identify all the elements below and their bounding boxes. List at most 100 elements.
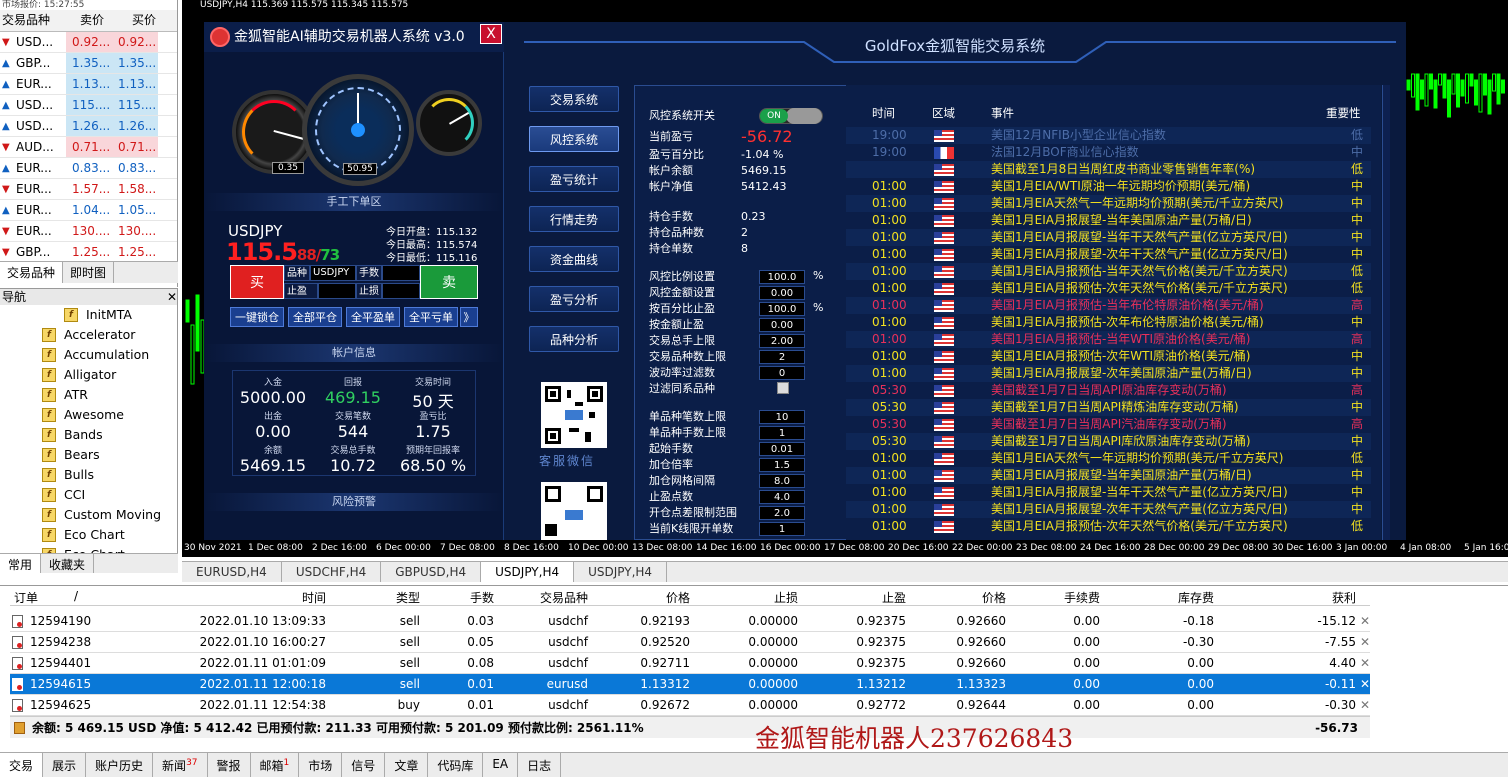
table-column-header[interactable]: 类型 [396,589,420,606]
news-row[interactable]: 01:00 美国1月EIA月报展望-当年美国原油产量(万桶/日) 中 [846,212,1371,229]
market-watch-row[interactable]: ▲ USD... 1.26... 1.26... [0,116,177,137]
navigator-indicator-item[interactable]: f Bulls [0,465,177,485]
setting-input[interactable]: 4.0 [759,490,805,504]
navigator-indicator-item[interactable]: f Alligator [0,365,177,385]
setting-input[interactable]: 0 [759,366,805,380]
terminal-tab[interactable]: EA [483,753,519,777]
navigator-indicator-item[interactable]: f Bands [0,425,177,445]
news-row[interactable]: 01:00 美国1月EIA月报展望-次年干天然气产量(亿立方英尺/日) 中 [846,246,1371,263]
news-row[interactable]: 01:00 美国1月EIA月报展望-次年干天然气产量(亿立方英尺/日) 中 [846,501,1371,518]
table-column-header[interactable]: / [74,589,78,603]
close-button[interactable]: X [480,24,502,44]
terminal-tab[interactable]: 日志 [518,753,562,777]
close-loss-button[interactable]: 全平亏单 [404,307,458,327]
news-row[interactable]: 19:00 美国12月NFIB小型企业信心指数 低 [846,127,1371,144]
close-order-icon[interactable]: ✕ [1360,674,1370,695]
setting-input[interactable]: 0.00 [759,318,805,332]
news-row[interactable]: 05:30 美国截至1月7日当周API库欣原油库存变动(万桶) 中 [846,433,1371,450]
table-column-header[interactable]: 止盈 [882,589,906,606]
market-watch-row[interactable]: ▼ EUR... 130.... 130.... [0,221,177,242]
news-row[interactable]: 01:00 美国1月EIA月报展望-当年美国原油产量(万桶/日) 中 [846,467,1371,484]
terminal-tab[interactable]: 警报 [208,753,251,777]
chart-tab[interactable]: GBPUSD,H4 [381,562,482,582]
navigator-indicator-item[interactable]: f Bears [0,445,177,465]
order-row[interactable]: 12594625 2022.01.11 12:54:38 buy 0.01 usdchf… [10,695,1370,716]
setting-input[interactable]: 1.5 [759,458,805,472]
news-row[interactable]: 01:00 美国1月EIA月报预估-次年天然气价格(美元/千立方英尺) 低 [846,280,1371,297]
robot-nav-button[interactable]: 品种分析 [529,326,619,352]
col-ask[interactable]: 买价 [118,10,170,31]
close-all-button[interactable]: 全部平仓 [288,307,342,327]
navigator-indicator-item[interactable]: f Custom Moving [0,505,177,525]
navigator-indicator-item[interactable]: f Accelerator [0,325,177,345]
chart-tab[interactable]: USDJPY,H4 [574,562,668,582]
navigator-indicator-item[interactable]: f Eco Chart [0,525,177,545]
order-sl-field[interactable] [382,283,420,299]
table-column-header[interactable]: 交易品种 [540,589,588,606]
navigator-indicator-item[interactable]: f CCI [0,485,177,505]
close-profit-button[interactable]: 全平盈单 [346,307,400,327]
close-order-icon[interactable]: ✕ [1360,653,1370,674]
news-row[interactable]: 01:00 美国1月EIA天然气一年远期均价预期(美元/千立方英尺) 低 [846,450,1371,467]
table-column-header[interactable]: 获利 [1332,589,1356,606]
table-column-header[interactable]: 价格 [666,589,690,606]
table-column-header[interactable]: 止损 [774,589,798,606]
setting-input[interactable]: 100.0 [759,302,805,316]
order-symbol-field[interactable]: USDJPY [310,265,356,281]
setting-input[interactable]: 2 [759,350,805,364]
col-bid[interactable]: 卖价 [66,10,118,31]
terminal-tab[interactable]: 邮箱1 [251,753,300,777]
terminal-tab[interactable]: 交易 [0,753,44,777]
second-qr-code[interactable] [541,482,607,540]
news-row[interactable]: 01:00 美国1月EIA/WTI原油一年远期均价预期(美元/桶) 中 [846,178,1371,195]
market-watch-row[interactable]: ▲ EUR... 0.83... 0.83... [0,158,177,179]
order-row[interactable]: 12594238 2022.01.10 16:00:27 sell 0.05 usdch… [10,632,1370,653]
setting-input[interactable]: 100.0 [759,270,805,284]
table-column-header[interactable]: 价格 [982,589,1006,606]
setting-input[interactable]: 8.0 [759,474,805,488]
robot-nav-button[interactable]: 盈亏分析 [529,286,619,312]
setting-input[interactable]: 2.00 [759,334,805,348]
close-order-icon[interactable]: ✕ [1360,611,1370,632]
news-row[interactable]: 05:30 美国截至1月7日当周API精炼油库存变动(万桶) 中 [846,399,1371,416]
news-scrollbar[interactable] [1382,85,1390,540]
news-row[interactable]: 01:00 美国1月EIA月报预估-次年WTI原油价格(美元/桶) 中 [846,348,1371,365]
order-row[interactable]: 12594190 2022.01.10 13:09:33 sell 0.03 usdch… [10,611,1370,632]
news-row[interactable]: 01:00 美国1月EIA月报预估-次年布伦特原油价格(美元/桶) 中 [846,314,1371,331]
terminal-tab[interactable]: 账户历史 [86,753,154,777]
close-order-icon[interactable]: ✕ [1360,695,1370,716]
table-column-header[interactable]: 手续费 [1064,589,1100,606]
robot-nav-button[interactable]: 风控系统 [529,126,619,152]
news-row[interactable]: 19:00 法国12月BOF商业信心指数 中 [846,144,1371,161]
robot-nav-button[interactable]: 资金曲线 [529,246,619,272]
order-row[interactable]: 12594615 2022.01.11 12:00:18 sell 0.01 eurus… [10,674,1370,695]
setting-input[interactable]: 2.0 [759,506,805,520]
news-row[interactable]: 01:00 美国1月EIA月报预估-次年天然气价格(美元/千立方英尺) 低 [846,518,1371,535]
setting-input[interactable]: 1 [759,426,805,440]
setting-input[interactable]: 1 [759,522,805,536]
market-watch-row[interactable]: ▲ EUR... 1.04... 1.05... [0,200,177,221]
more-button[interactable]: 》 [460,307,478,327]
close-icon[interactable]: ✕ [167,289,177,305]
news-row[interactable]: 01:00 美国1月EIA月报展望-当年干天然气产量(亿立方英尺/日) 中 [846,229,1371,246]
chart-tab[interactable]: EURUSD,H4 [182,562,282,582]
news-row[interactable]: 01:00 美国1月EIA月报展望-当年干天然气产量(亿立方英尺/日) 中 [846,484,1371,501]
market-watch-row[interactable]: ▼ USD... 0.92... 0.92... [0,32,177,53]
market-watch-row[interactable]: ▲ USD... 115.... 115.... [0,95,177,116]
navigator-indicator-item[interactable]: f InitMTA [0,305,177,325]
setting-input[interactable]: 0.00 [759,286,805,300]
close-order-icon[interactable]: ✕ [1360,632,1370,653]
tab-favorites[interactable]: 收藏夹 [41,554,95,573]
table-column-header[interactable]: 时间 [302,589,326,606]
table-column-header[interactable]: 订单 [14,589,38,606]
wechat-qr-code[interactable] [541,382,607,448]
market-watch-row[interactable]: ▼ EUR... 1.57... 1.58... [0,179,177,200]
risk-switch-toggle[interactable]: ON [759,108,823,124]
terminal-tab[interactable]: 新闻37 [153,753,208,777]
news-row[interactable]: 01:00 美国1月EIA天然气一年远期均价预期(美元/千立方英尺) 中 [846,195,1371,212]
terminal-tab[interactable]: 市场 [299,753,343,777]
col-symbol[interactable]: 交易品种 [0,10,66,31]
news-row[interactable]: 美国截至1月8日当周红皮书商业零售销售年率(%) 低 [846,161,1371,178]
lock-all-button[interactable]: 一键锁仓 [230,307,284,327]
terminal-tab[interactable]: 信号 [342,753,386,777]
